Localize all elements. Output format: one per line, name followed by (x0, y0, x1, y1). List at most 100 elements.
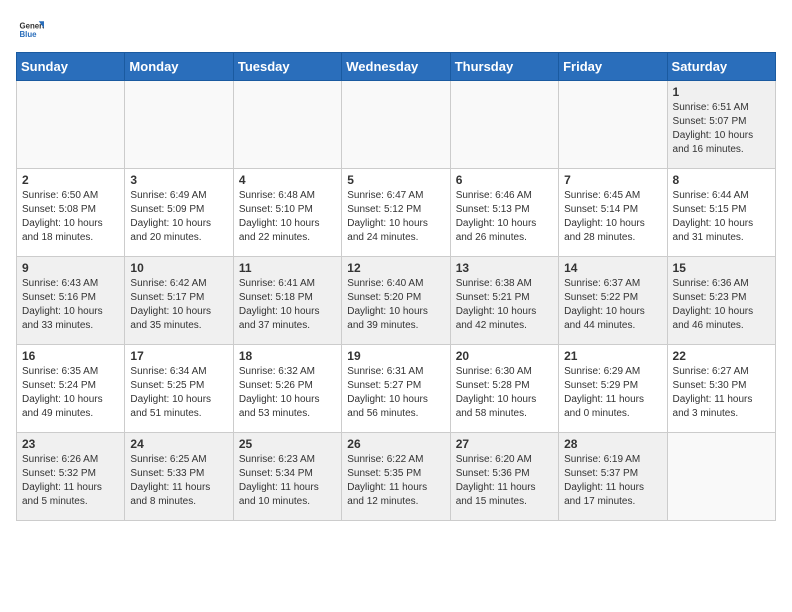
week-row-3: 9 Sunrise: 6:43 AM Sunset: 5:16 PM Daylig… (17, 257, 776, 345)
day-number: 28 (564, 437, 661, 451)
day-info: Sunrise: 6:48 AM Sunset: 5:10 PM Dayligh… (239, 189, 336, 245)
calendar-cell: 12 Sunrise: 6:40 AM Sunset: 5:20 PM Dayli… (342, 257, 450, 345)
calendar-cell: 16 Sunrise: 6:35 AM Sunset: 5:24 PM Dayli… (17, 345, 125, 433)
weekday-header-friday: Friday (559, 53, 667, 81)
calendar-cell (559, 81, 667, 169)
calendar-cell: 2 Sunrise: 6:50 AM Sunset: 5:08 PM Daylig… (17, 169, 125, 257)
calendar-cell: 1 Sunrise: 6:51 AM Sunset: 5:07 PM Daylig… (667, 81, 775, 169)
day-info: Sunrise: 6:45 AM Sunset: 5:14 PM Dayligh… (564, 189, 661, 245)
weekday-header-monday: Monday (125, 53, 233, 81)
calendar-cell: 8 Sunrise: 6:44 AM Sunset: 5:15 PM Daylig… (667, 169, 775, 257)
logo: General Blue (16, 16, 44, 44)
day-info: Sunrise: 6:42 AM Sunset: 5:17 PM Dayligh… (130, 277, 227, 333)
day-number: 14 (564, 261, 661, 275)
weekday-header-saturday: Saturday (667, 53, 775, 81)
calendar-cell: 25Sunrise: 6:23 AM Sunset: 5:34 PM Dayli… (233, 433, 341, 521)
calendar-cell: 3 Sunrise: 6:49 AM Sunset: 5:09 PM Daylig… (125, 169, 233, 257)
calendar-body: 1 Sunrise: 6:51 AM Sunset: 5:07 PM Daylig… (17, 81, 776, 521)
day-number: 16 (22, 349, 119, 363)
day-info: Sunrise: 6:25 AM Sunset: 5:33 PM Dayligh… (130, 453, 227, 509)
day-number: 26 (347, 437, 444, 451)
day-info: Sunrise: 6:20 AM Sunset: 5:36 PM Dayligh… (456, 453, 553, 509)
calendar-cell: 13 Sunrise: 6:38 AM Sunset: 5:21 PM Dayli… (450, 257, 558, 345)
day-info: Sunrise: 6:22 AM Sunset: 5:35 PM Dayligh… (347, 453, 444, 509)
day-info: Sunrise: 6:31 AM Sunset: 5:27 PM Dayligh… (347, 365, 444, 421)
calendar-cell: 27Sunrise: 6:20 AM Sunset: 5:36 PM Dayli… (450, 433, 558, 521)
day-number: 23 (22, 437, 119, 451)
svg-text:Blue: Blue (20, 30, 38, 39)
calendar-cell: 23 Sunrise: 6:26 AM Sunset: 5:32 PM Dayli… (17, 433, 125, 521)
day-info: Sunrise: 6:36 AM Sunset: 5:23 PM Dayligh… (673, 277, 770, 333)
logo-icon: General Blue (16, 16, 44, 44)
day-info: Sunrise: 6:34 AM Sunset: 5:25 PM Dayligh… (130, 365, 227, 421)
day-number: 25 (239, 437, 336, 451)
day-info: Sunrise: 6:43 AM Sunset: 5:16 PM Dayligh… (22, 277, 119, 333)
calendar-cell: 14 Sunrise: 6:37 AM Sunset: 5:22 PM Dayli… (559, 257, 667, 345)
calendar-cell: 19 Sunrise: 6:31 AM Sunset: 5:27 PM Dayli… (342, 345, 450, 433)
day-number: 13 (456, 261, 553, 275)
day-info: Sunrise: 6:32 AM Sunset: 5:26 PM Dayligh… (239, 365, 336, 421)
day-number: 5 (347, 173, 444, 187)
calendar-cell: 15 Sunrise: 6:36 AM Sunset: 5:23 PM Dayli… (667, 257, 775, 345)
day-number: 12 (347, 261, 444, 275)
calendar-cell (667, 433, 775, 521)
calendar-cell: 5 Sunrise: 6:47 AM Sunset: 5:12 PM Daylig… (342, 169, 450, 257)
calendar-cell (342, 81, 450, 169)
day-info: Sunrise: 6:47 AM Sunset: 5:12 PM Dayligh… (347, 189, 444, 245)
page-header: General Blue (16, 16, 776, 44)
day-info: Sunrise: 6:44 AM Sunset: 5:15 PM Dayligh… (673, 189, 770, 245)
day-number: 8 (673, 173, 770, 187)
day-number: 20 (456, 349, 553, 363)
week-row-2: 2 Sunrise: 6:50 AM Sunset: 5:08 PM Daylig… (17, 169, 776, 257)
day-number: 10 (130, 261, 227, 275)
day-number: 22 (673, 349, 770, 363)
day-number: 24 (130, 437, 227, 451)
calendar-cell: 20 Sunrise: 6:30 AM Sunset: 5:28 PM Dayli… (450, 345, 558, 433)
week-row-5: 23 Sunrise: 6:26 AM Sunset: 5:32 PM Dayli… (17, 433, 776, 521)
day-number: 11 (239, 261, 336, 275)
day-info: Sunrise: 6:51 AM Sunset: 5:07 PM Dayligh… (673, 101, 770, 157)
calendar-cell: 28 Sunrise: 6:19 AM Sunset: 5:37 PM Dayli… (559, 433, 667, 521)
calendar-cell: 21 Sunrise: 6:29 AM Sunset: 5:29 PM Dayli… (559, 345, 667, 433)
day-info: Sunrise: 6:37 AM Sunset: 5:22 PM Dayligh… (564, 277, 661, 333)
day-info: Sunrise: 6:38 AM Sunset: 5:21 PM Dayligh… (456, 277, 553, 333)
day-number: 6 (456, 173, 553, 187)
calendar-cell: 24 Sunrise: 6:25 AM Sunset: 5:33 PM Dayli… (125, 433, 233, 521)
calendar-cell: 17 Sunrise: 6:34 AM Sunset: 5:25 PM Dayli… (125, 345, 233, 433)
calendar-cell (17, 81, 125, 169)
day-info: Sunrise: 6:40 AM Sunset: 5:20 PM Dayligh… (347, 277, 444, 333)
day-number: 7 (564, 173, 661, 187)
day-number: 9 (22, 261, 119, 275)
day-number: 17 (130, 349, 227, 363)
calendar-cell: 22Sunrise: 6:27 AM Sunset: 5:30 PM Dayli… (667, 345, 775, 433)
calendar-cell (125, 81, 233, 169)
day-number: 2 (22, 173, 119, 187)
day-info: Sunrise: 6:29 AM Sunset: 5:29 PM Dayligh… (564, 365, 661, 421)
day-number: 3 (130, 173, 227, 187)
weekday-header-sunday: Sunday (17, 53, 125, 81)
day-number: 15 (673, 261, 770, 275)
day-info: Sunrise: 6:50 AM Sunset: 5:08 PM Dayligh… (22, 189, 119, 245)
week-row-4: 16 Sunrise: 6:35 AM Sunset: 5:24 PM Dayli… (17, 345, 776, 433)
calendar: SundayMondayTuesdayWednesdayThursdayFrid… (16, 52, 776, 521)
day-info: Sunrise: 6:35 AM Sunset: 5:24 PM Dayligh… (22, 365, 119, 421)
day-info: Sunrise: 6:26 AM Sunset: 5:32 PM Dayligh… (22, 453, 119, 509)
calendar-cell: 9 Sunrise: 6:43 AM Sunset: 5:16 PM Daylig… (17, 257, 125, 345)
weekday-header-thursday: Thursday (450, 53, 558, 81)
day-info: Sunrise: 6:49 AM Sunset: 5:09 PM Dayligh… (130, 189, 227, 245)
week-row-1: 1 Sunrise: 6:51 AM Sunset: 5:07 PM Daylig… (17, 81, 776, 169)
day-number: 19 (347, 349, 444, 363)
calendar-cell (233, 81, 341, 169)
day-info: Sunrise: 6:46 AM Sunset: 5:13 PM Dayligh… (456, 189, 553, 245)
day-number: 21 (564, 349, 661, 363)
calendar-cell: 7 Sunrise: 6:45 AM Sunset: 5:14 PM Daylig… (559, 169, 667, 257)
calendar-cell: 11 Sunrise: 6:41 AM Sunset: 5:18 PM Dayli… (233, 257, 341, 345)
day-number: 18 (239, 349, 336, 363)
calendar-cell: 10 Sunrise: 6:42 AM Sunset: 5:17 PM Dayli… (125, 257, 233, 345)
day-info: Sunrise: 6:41 AM Sunset: 5:18 PM Dayligh… (239, 277, 336, 333)
day-number: 1 (673, 85, 770, 99)
day-info: Sunrise: 6:30 AM Sunset: 5:28 PM Dayligh… (456, 365, 553, 421)
day-info: Sunrise: 6:19 AM Sunset: 5:37 PM Dayligh… (564, 453, 661, 509)
weekday-header-row: SundayMondayTuesdayWednesdayThursdayFrid… (17, 53, 776, 81)
calendar-cell: 6 Sunrise: 6:46 AM Sunset: 5:13 PM Daylig… (450, 169, 558, 257)
